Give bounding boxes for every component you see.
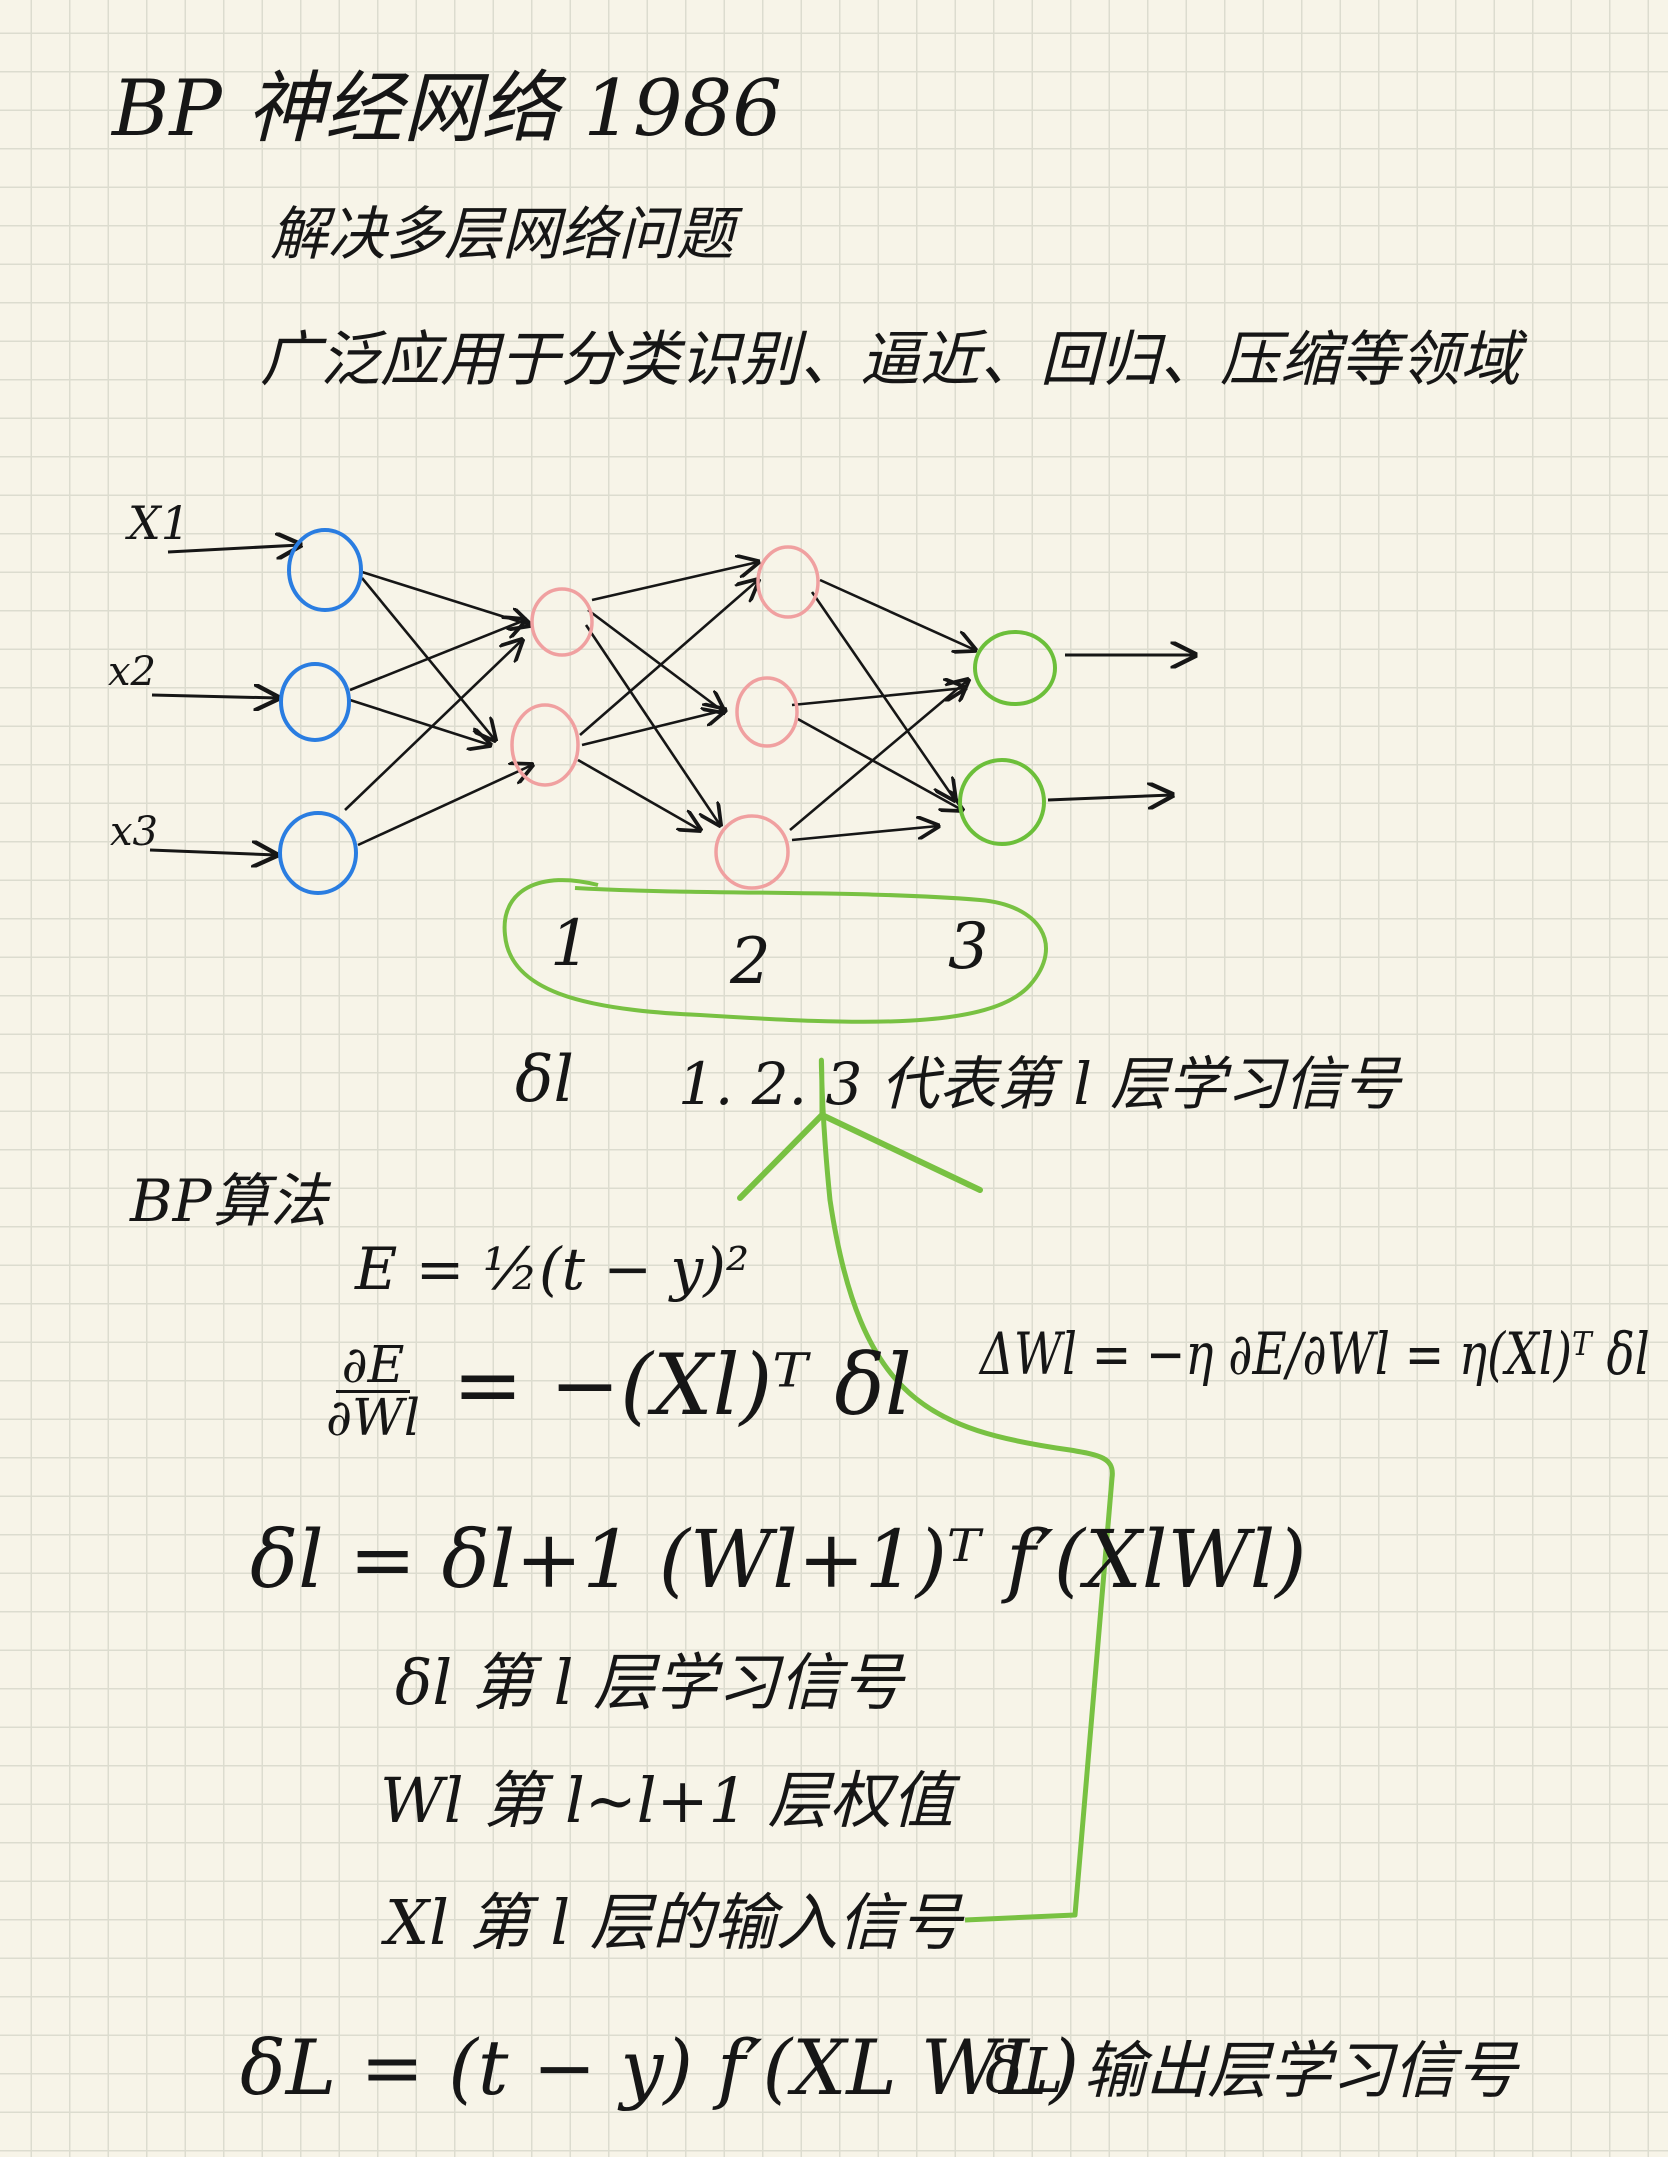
connections-hidden1-hidden2 bbox=[577, 562, 758, 830]
output-node-1 bbox=[973, 630, 1057, 706]
definition-input: Xl 第 l 层的输入信号 bbox=[385, 1886, 962, 1959]
gradient-formula: ∂E ∂Wl = −(Xl)ᵀ δl bbox=[320, 1339, 912, 1448]
hidden1-node-1 bbox=[530, 587, 594, 657]
output-node-2 bbox=[958, 758, 1046, 846]
input-layer-nodes bbox=[278, 528, 363, 895]
input-label-3: x3 bbox=[110, 809, 159, 855]
hidden2-node-3 bbox=[714, 814, 790, 890]
connections-input-hidden1 bbox=[344, 570, 532, 847]
connections-hidden2-output bbox=[789, 578, 975, 842]
input-node-1 bbox=[287, 528, 363, 612]
error-formula: E = ½(t − y)² bbox=[355, 1235, 750, 1303]
input-label-1: X1 bbox=[128, 496, 191, 550]
hidden-layer-1-nodes bbox=[510, 587, 594, 787]
output-arrows bbox=[1047, 655, 1195, 800]
gradient-numerator: ∂E bbox=[335, 1339, 411, 1394]
gradient-rhs: = −(Xl)ᵀ δl bbox=[452, 1335, 912, 1434]
delta-recursion-formula: δl = δl+1 (Wl+1)ᵀ f′(XlWl) bbox=[250, 1513, 1307, 1606]
input-label-2: x2 bbox=[108, 649, 157, 695]
input-node-3 bbox=[278, 811, 358, 895]
layer-number-1: 1 bbox=[550, 907, 591, 981]
hidden2-node-2 bbox=[735, 676, 799, 748]
input-node-2 bbox=[279, 662, 351, 742]
definition-weight: Wl 第 l~l+1 层权值 bbox=[380, 1764, 954, 1837]
output-delta-description: δL 输出层学习信号 bbox=[985, 2034, 1518, 2107]
definition-delta: δl 第 l 层学习信号 bbox=[395, 1646, 904, 1719]
hidden1-node-2 bbox=[510, 703, 580, 787]
output-delta-formula: δL = (t − y) f′(XL WL) bbox=[240, 2023, 1080, 2112]
weight-update-formula: ΔWl = −η ∂E/∂Wl = η(Xl)ᵀ δl bbox=[980, 1320, 1650, 1388]
input-arrows bbox=[149, 545, 300, 855]
algorithm-title: BP算法 bbox=[130, 1167, 328, 1235]
subtitle: 解决多层网络问题 bbox=[270, 200, 735, 268]
applications-note: 广泛应用于分类识别、逼近、回归、压缩等领域 bbox=[260, 325, 1520, 395]
hidden2-node-1 bbox=[756, 545, 820, 619]
layer-number-3: 3 bbox=[948, 910, 989, 984]
delta-note-text: 1. 2. 3 代表第 l 层学习信号 bbox=[678, 1050, 1401, 1118]
gradient-denominator: ∂Wl bbox=[326, 1388, 420, 1448]
hidden-layer-2-nodes bbox=[714, 545, 820, 890]
output-layer-nodes bbox=[958, 630, 1057, 846]
delta-symbol: δl bbox=[515, 1043, 574, 1117]
layer-number-2: 2 bbox=[730, 925, 771, 999]
page-title: BP 神经网络 1986 bbox=[112, 64, 782, 154]
